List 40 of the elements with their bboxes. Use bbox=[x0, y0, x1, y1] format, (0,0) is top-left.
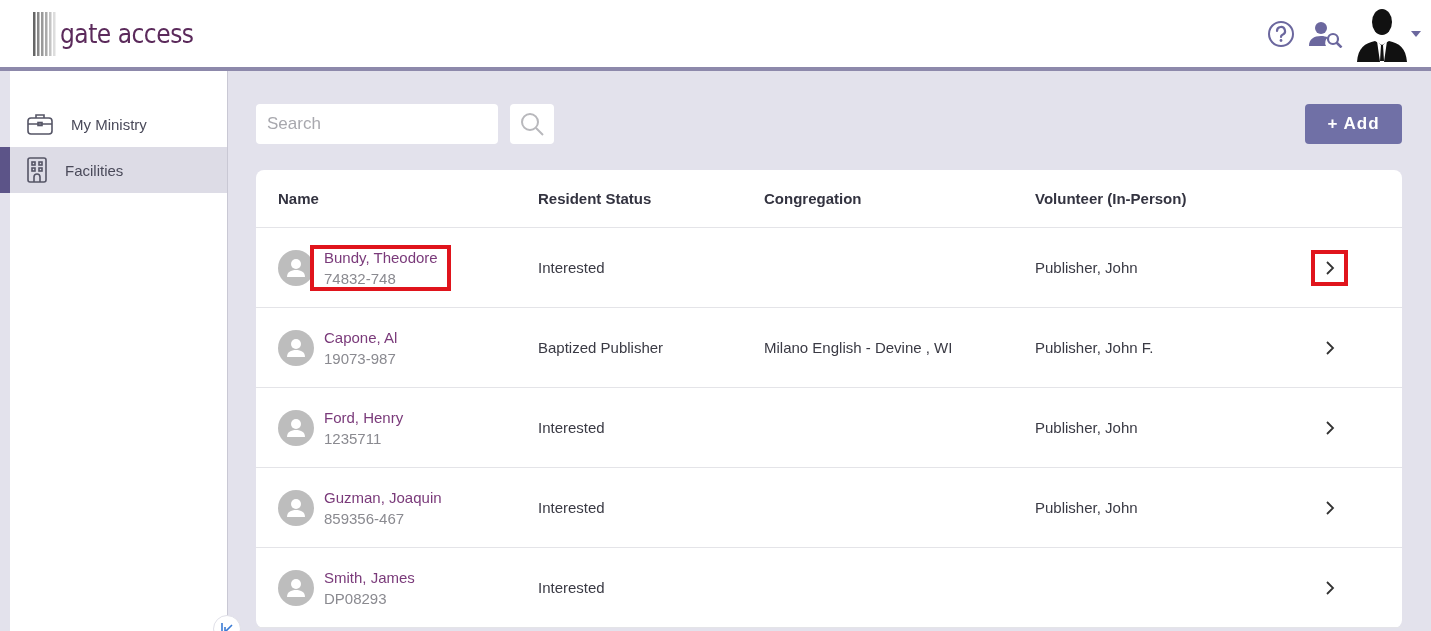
column-header: Resident Status bbox=[538, 190, 653, 207]
resident-id: 1235711 bbox=[324, 429, 383, 447]
table-cell-text: Interested bbox=[538, 579, 606, 596]
column-header: Volunteer (In-Person) bbox=[1035, 190, 1188, 207]
resident-name-link[interactable]: Bundy, Theodore bbox=[324, 248, 438, 266]
resident-id: 19073-987 bbox=[324, 349, 397, 367]
table-cell-text: Publisher, John F. bbox=[1035, 339, 1155, 356]
resident-id: 859356-467 bbox=[324, 509, 406, 527]
column-header: Congregation bbox=[764, 190, 863, 207]
resident-name-link[interactable]: Guzman, Joaquin bbox=[324, 488, 442, 506]
resident-name-link[interactable]: Capone, Al bbox=[324, 328, 398, 346]
avatar-icon bbox=[278, 409, 314, 446]
avatar-icon bbox=[278, 489, 314, 526]
avatar-icon bbox=[278, 329, 314, 366]
table-cell-text: Baptized Publisher bbox=[538, 339, 665, 356]
avatar-icon bbox=[278, 569, 314, 606]
resident-id: DP08293 bbox=[324, 589, 388, 607]
caret-icon[interactable] bbox=[1411, 30, 1421, 37]
logo-text: gate access bbox=[60, 18, 194, 49]
resident-id: 74832-748 bbox=[324, 269, 397, 287]
search-field[interactable]: Search bbox=[256, 104, 498, 144]
table-cell-text: Interested bbox=[538, 499, 606, 516]
add-button[interactable]: + Add bbox=[1305, 104, 1402, 144]
table-cell-text: Publisher, John bbox=[1035, 499, 1139, 516]
table-cell-text: Interested bbox=[538, 259, 606, 276]
user-search-icon[interactable] bbox=[1309, 19, 1343, 48]
column-header: Name bbox=[278, 190, 320, 207]
search-icon bbox=[519, 111, 545, 137]
resident-name-link[interactable]: Smith, James bbox=[324, 568, 415, 586]
table-cell-text: Publisher, John bbox=[1035, 419, 1139, 436]
sidebar-item[interactable]: My Ministry bbox=[10, 101, 227, 147]
table-cell-text: Interested bbox=[538, 419, 606, 436]
chevron-right-icon[interactable] bbox=[1311, 249, 1348, 286]
table-cell-text: Publisher, John bbox=[1035, 259, 1139, 276]
gate-bars-icon bbox=[33, 11, 57, 56]
building-icon bbox=[27, 157, 47, 183]
help-icon[interactable] bbox=[1267, 19, 1295, 48]
resident-name-link[interactable]: Ford, Henry bbox=[324, 408, 404, 426]
table-cell-text: Milano English - Devine , WI bbox=[764, 339, 954, 356]
briefcase-icon bbox=[27, 113, 53, 135]
